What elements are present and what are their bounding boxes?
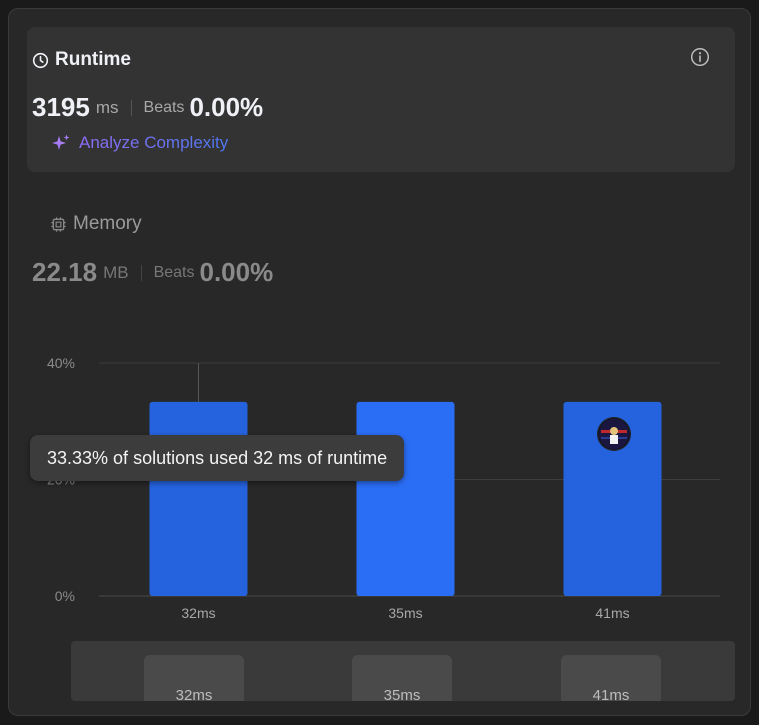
range-handle-32ms[interactable]: 32ms	[144, 655, 244, 701]
bar-32ms	[149, 401, 248, 596]
x-tick-label: 41ms	[595, 605, 629, 621]
bar-35ms	[356, 401, 455, 596]
range-label: 41ms	[592, 687, 630, 701]
user-avatar[interactable]	[597, 417, 631, 451]
range-label: 32ms	[175, 687, 213, 701]
x-tick-label: 35ms	[388, 605, 422, 621]
runtime-range-slider[interactable]: 32ms 35ms 41ms	[71, 641, 735, 701]
submission-detail-panel: Runtime 3195 ms Beats 0.00% Analyze Comp…	[8, 8, 751, 716]
runtime-distribution-chart: 0%20%40%32ms35ms41ms	[47, 355, 720, 621]
x-tick-label: 32ms	[181, 605, 215, 621]
range-handle-35ms[interactable]: 35ms	[352, 655, 452, 701]
bar-tooltip: 33.33% of solutions used 32 ms of runtim…	[30, 435, 405, 481]
y-tick-label: 40%	[47, 355, 75, 371]
y-tick-label: 0%	[55, 588, 75, 604]
range-label: 35ms	[383, 687, 421, 701]
range-handle-41ms[interactable]: 41ms	[561, 655, 661, 701]
